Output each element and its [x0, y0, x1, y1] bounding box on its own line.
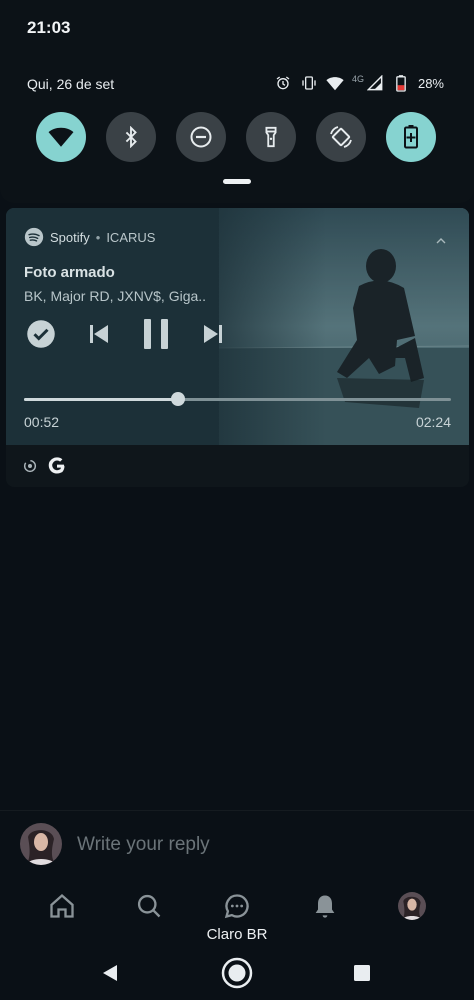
media-header: Spotify • ICARUS	[24, 227, 155, 247]
track-title: Foto armado	[24, 264, 115, 281]
recents-square-icon	[354, 965, 370, 981]
seek-bar[interactable]	[24, 392, 451, 406]
quick-settings-tiles	[36, 112, 436, 162]
reply-input[interactable]: Write your reply	[77, 834, 210, 856]
elapsed-time: 00:52	[24, 414, 60, 430]
status-clock: 21:03	[27, 18, 71, 37]
battery-saver-tile[interactable]	[386, 112, 436, 162]
avatar	[20, 823, 62, 865]
chat-bubble-icon	[224, 894, 249, 919]
battery-icon	[392, 74, 410, 92]
quick-settings-panel: 21:03 Qui, 26 de set 4G 28%	[0, 0, 474, 203]
sync-icon	[23, 459, 37, 473]
profile-avatar	[398, 892, 427, 920]
nav-search[interactable]	[129, 886, 169, 926]
system-status-icons: 4G 28%	[274, 72, 444, 94]
battery-saver-icon	[404, 125, 418, 149]
media-notification[interactable]: Spotify • ICARUS Foto armado BK, Major R…	[6, 208, 469, 445]
media-album: ICARUS	[106, 229, 156, 245]
back-button[interactable]	[93, 956, 127, 990]
bell-icon	[315, 895, 334, 918]
next-button[interactable]	[196, 317, 230, 351]
flashlight-tile[interactable]	[246, 112, 296, 162]
skip-next-icon	[204, 325, 222, 343]
wifi-tile[interactable]	[36, 112, 86, 162]
back-triangle-icon	[103, 965, 117, 981]
flashlight-icon	[265, 126, 277, 148]
nav-chats[interactable]	[217, 886, 257, 926]
media-header-separator: •	[95, 229, 101, 245]
wifi-icon	[48, 127, 74, 147]
media-app-name: Spotify	[50, 229, 90, 245]
recents-button[interactable]	[345, 956, 379, 990]
duration-time: 02:24	[415, 414, 451, 430]
bluetooth-tile[interactable]	[106, 112, 156, 162]
shade-drag-handle[interactable]	[223, 179, 251, 184]
notification-footer	[6, 445, 469, 487]
spotify-icon	[24, 227, 44, 247]
seek-bar-progress	[24, 398, 179, 401]
battery-percent: 28%	[417, 75, 444, 91]
status-date: Qui, 26 de set	[27, 76, 115, 92]
collapse-button[interactable]	[435, 232, 447, 250]
pause-button[interactable]	[136, 314, 176, 354]
previous-button[interactable]	[82, 317, 116, 351]
auto-rotate-icon	[330, 126, 352, 148]
reply-bar: Write your reply	[0, 810, 474, 876]
track-artists: BK, Major RD, JXNV$, Giga..	[24, 288, 207, 304]
system-navigation-bar	[0, 946, 474, 1000]
alarm-icon	[274, 74, 292, 92]
home-icon	[50, 893, 74, 918]
vibrate-icon	[300, 74, 318, 92]
cell-signal-icon	[366, 74, 384, 92]
pause-icon	[144, 319, 168, 349]
home-button[interactable]	[220, 956, 254, 990]
auto-rotate-tile[interactable]	[316, 112, 366, 162]
check-circle-icon	[27, 320, 55, 348]
skip-previous-icon	[90, 325, 108, 343]
do-not-disturb-tile[interactable]	[176, 112, 226, 162]
network-type-label: 4G	[351, 74, 364, 84]
google-icon	[48, 457, 65, 474]
nav-notifications[interactable]	[305, 886, 345, 926]
carrier-label: Claro BR	[206, 926, 268, 943]
search-icon	[138, 894, 161, 918]
bluetooth-icon	[125, 126, 137, 148]
nav-profile[interactable]	[392, 886, 432, 926]
nav-home[interactable]	[42, 886, 82, 926]
chevron-up-icon	[436, 238, 446, 244]
do-not-disturb-icon	[190, 126, 212, 148]
home-circle-icon	[221, 957, 253, 989]
liked-button[interactable]	[24, 317, 58, 351]
wifi-signal-icon	[326, 74, 344, 92]
media-controls	[24, 314, 230, 354]
